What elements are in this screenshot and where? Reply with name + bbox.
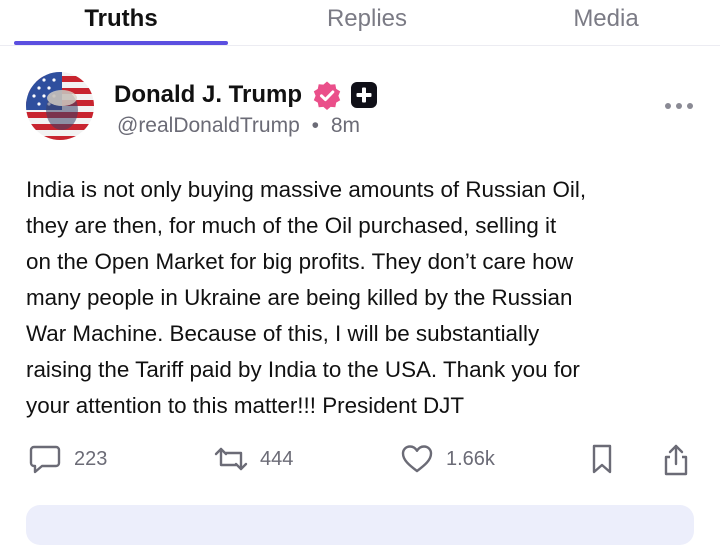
tab-replies[interactable]: Replies (252, 0, 482, 44)
reply-icon (29, 445, 61, 474)
post-text: India is not only buying massive amounts… (26, 177, 587, 418)
retruth-button[interactable]: 444 (214, 443, 293, 475)
bookmark-button[interactable] (588, 443, 616, 475)
retruth-icon (214, 447, 248, 471)
like-count: 1.66k (446, 447, 495, 470)
meta-separator: • (311, 114, 319, 137)
avatar[interactable] (26, 72, 94, 140)
like-button[interactable]: 1.66k (400, 443, 495, 475)
bookmark-icon (592, 444, 612, 474)
reply-count: 223 (74, 447, 108, 470)
retruth-count: 444 (260, 447, 294, 470)
handle-row: @realDonaldTrump • 8m (117, 114, 360, 138)
author-row: Donald J. Trump (114, 80, 378, 110)
next-post-card[interactable] (26, 505, 694, 545)
share-icon (664, 444, 688, 476)
profile-tabs: Truths Replies Media (0, 0, 720, 46)
verified-badge-icon (313, 81, 341, 110)
author-handle[interactable]: @realDonaldTrump (117, 114, 300, 137)
tab-media[interactable]: Media (492, 0, 720, 44)
more-icon[interactable] (664, 98, 694, 114)
author-name[interactable]: Donald J. Trump (114, 81, 302, 109)
plus-badge-icon (351, 82, 378, 108)
reply-button[interactable]: 223 (28, 443, 107, 475)
post-time: 8m (330, 114, 361, 137)
tabs-divider (0, 45, 720, 46)
tab-truths[interactable]: Truths (14, 0, 228, 44)
share-button[interactable] (660, 443, 692, 477)
post-actions: 223 444 1.66k (0, 443, 720, 483)
like-icon (401, 445, 433, 473)
